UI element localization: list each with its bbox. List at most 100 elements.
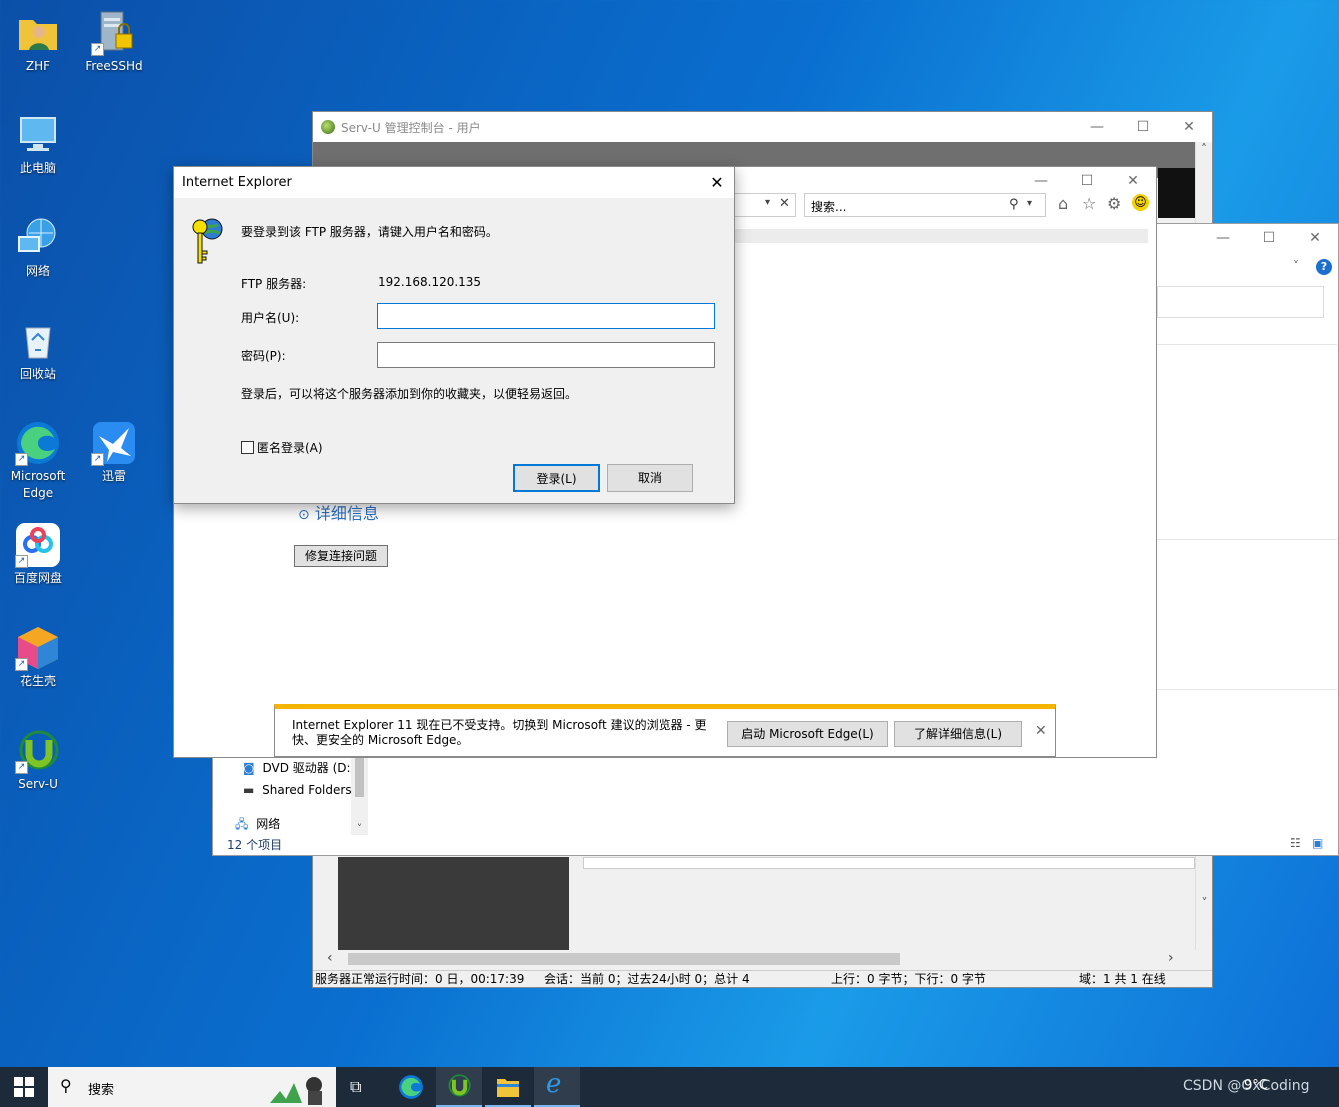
weather-temperature[interactable]: 9°C [1244,1078,1268,1093]
scroll-thumb[interactable] [355,757,364,797]
maximize-button[interactable]: ☐ [1120,112,1166,142]
details-view-icon[interactable]: ☷ [1290,836,1301,850]
search-highlight-illustration-icon [266,1071,332,1105]
taskbar-ie-button[interactable]: e [534,1067,580,1107]
servu-left-nav-panel [338,857,569,950]
maximize-button[interactable]: ☐ [1064,167,1110,195]
fix-connection-button[interactable]: 修复连接问题 [294,545,388,567]
scroll-left-icon[interactable]: ‹ [327,950,333,966]
taskbar-file-explorer-button[interactable] [485,1067,531,1107]
dialog-close-button[interactable]: ✕ [700,167,734,198]
tree-scrollbar[interactable]: ˅ [351,757,368,835]
scroll-down-icon[interactable]: ˅ [1196,896,1213,910]
dialog-title: Internet Explorer [174,167,734,198]
servu-icon: ↗ [15,728,61,774]
help-icon[interactable]: ? [1316,259,1332,275]
taskbar-edge-icon[interactable] [398,1074,424,1103]
desktop-icon-label: Serv-U [18,777,58,791]
username-input[interactable] [377,303,715,329]
chevron-down-icon[interactable]: ˅ [1293,259,1299,273]
desktop-icon-servu[interactable]: ↗ Serv-U [3,728,73,793]
smiley-feedback-icon[interactable]: ☺ [1132,194,1149,211]
notification-close-button[interactable]: ✕ [1035,723,1047,739]
close-button[interactable]: ✕ [1166,112,1212,142]
close-button[interactable]: ✕ [1292,224,1338,252]
desktop-icon-freesshd[interactable]: ↗ FreeSSHd [79,10,149,75]
minimize-button[interactable]: — [1200,224,1246,252]
servu-horizontal-scrollbar[interactable]: ‹ › [313,950,1196,968]
server-lock-icon: ↗ [91,10,137,56]
ftp-login-dialog[interactable]: Internet Explorer ✕ 要登录到该 FTP 服务器，请键入用户名… [173,166,735,504]
home-icon[interactable]: ⌂ [1058,194,1068,213]
anonymous-login-checkbox[interactable]: 匿名登录(A) [241,439,323,456]
launch-edge-button[interactable]: 启动 Microsoft Edge(L) [727,721,888,747]
scroll-thumb[interactable] [348,953,900,965]
chevron-down-icon[interactable]: ▾ [1027,198,1032,209]
scroll-down-icon[interactable]: ˅ [351,822,368,835]
baidu-netdisk-icon: ↗ [15,522,61,568]
desktop-icon-label: ZHF [25,59,51,73]
xunlei-bird-icon: ↗ [91,420,137,466]
desktop-icon-edge[interactable]: ↗ Microsoft Edge [3,420,73,502]
divider [1157,344,1337,345]
tree-label: Shared Folders [262,783,352,797]
desktop-icon-label: 百度网盘 [13,571,62,585]
oray-cube-icon: ↗ [15,625,61,671]
network-icon: 🖧 [235,817,249,831]
desktop-icon-network[interactable]: 网络 [3,215,73,280]
shared-folder-icon: ▬ [243,783,255,797]
desktop-icon-this-pc[interactable]: 此电脑 [3,112,73,177]
minimize-button[interactable]: — [1074,112,1120,142]
maximize-button[interactable]: ☐ [1246,224,1292,252]
server-label: FTP 服务器: [241,277,307,291]
desktop-icon-xunlei[interactable]: ↗ 迅雷 [79,420,149,485]
tree-item-shared-folders[interactable]: ▬ Shared Folders [243,783,352,797]
server-value: 192.168.120.135 [378,275,482,289]
user-folder-icon [15,10,61,56]
minimize-button[interactable]: — [1018,167,1064,195]
stop-icon[interactable]: ✕ [779,196,790,211]
password-input[interactable] [377,342,715,368]
desktop-icon-oray[interactable]: ↗ 花生壳 [3,625,73,690]
taskbar-search-label: 搜索 [88,1083,115,1098]
desktop-icon-label: 网络 [25,264,50,278]
desktop-icon-zhf[interactable]: ZHF [3,10,73,75]
desktop-icon-label: FreeSSHd [85,59,143,73]
address-bar-tail[interactable]: ▾ ✕ [734,193,796,217]
desktop-icon-recycle-bin[interactable]: 回收站 [3,318,73,383]
edge-icon: ↗ [15,420,61,466]
taskbar-servu-button[interactable] [436,1067,482,1107]
cancel-button[interactable]: 取消 [607,464,693,492]
desktop-icon-baidu-netdisk[interactable]: ↗ 百度网盘 [3,522,73,587]
chevron-down-icon[interactable]: ▾ [765,197,770,208]
checkbox-box[interactable] [241,441,254,454]
learn-more-button[interactable]: 了解详细信息(L) [894,721,1022,747]
dialog-prompt: 要登录到该 FTP 服务器，请键入用户名和密码。 [241,225,498,239]
search-icon: ⚲ [60,1076,72,1095]
password-label: 密码(P): [241,349,286,363]
explorer-search-box[interactable] [1157,286,1324,318]
username-label: 用户名(U): [241,311,300,325]
desktop-icon-label: 迅雷 [101,469,126,483]
task-view-icon[interactable]: ⧉ [350,1077,361,1097]
windows-start-icon[interactable] [14,1077,34,1100]
tree-item-dvd[interactable]: ◙ DVD 驱动器 (D: [243,759,351,776]
favorites-star-icon[interactable]: ☆ [1082,194,1096,213]
search-icon[interactable]: ⚲ [1009,197,1019,212]
shortcut-arrow-icon: ↗ [15,555,28,568]
scroll-right-icon[interactable]: › [1168,950,1174,966]
gear-icon[interactable]: ⚙ [1107,194,1121,213]
login-button[interactable]: 登录(L) [513,464,600,492]
ie-window-controls: — ☐ ✕ [1018,167,1156,195]
tree-item-network[interactable]: 🖧 网络 [235,815,280,836]
servu-dark-panel [1158,168,1198,218]
taskbar-search[interactable]: ⚲ 搜索 [48,1067,336,1107]
tree-label: 网络 [256,817,281,831]
internet-explorer-icon: e [546,1069,562,1099]
ie-search-box[interactable]: 搜索... ⚲ ▾ [804,193,1046,217]
large-icons-view-icon[interactable]: ▣ [1312,836,1323,850]
scroll-up-icon[interactable]: ˄ [1196,142,1212,156]
servu-title: Serv-U 管理控制台 - 用户 [341,120,481,135]
recycle-bin-icon [15,318,61,364]
close-button[interactable]: ✕ [1110,167,1156,195]
